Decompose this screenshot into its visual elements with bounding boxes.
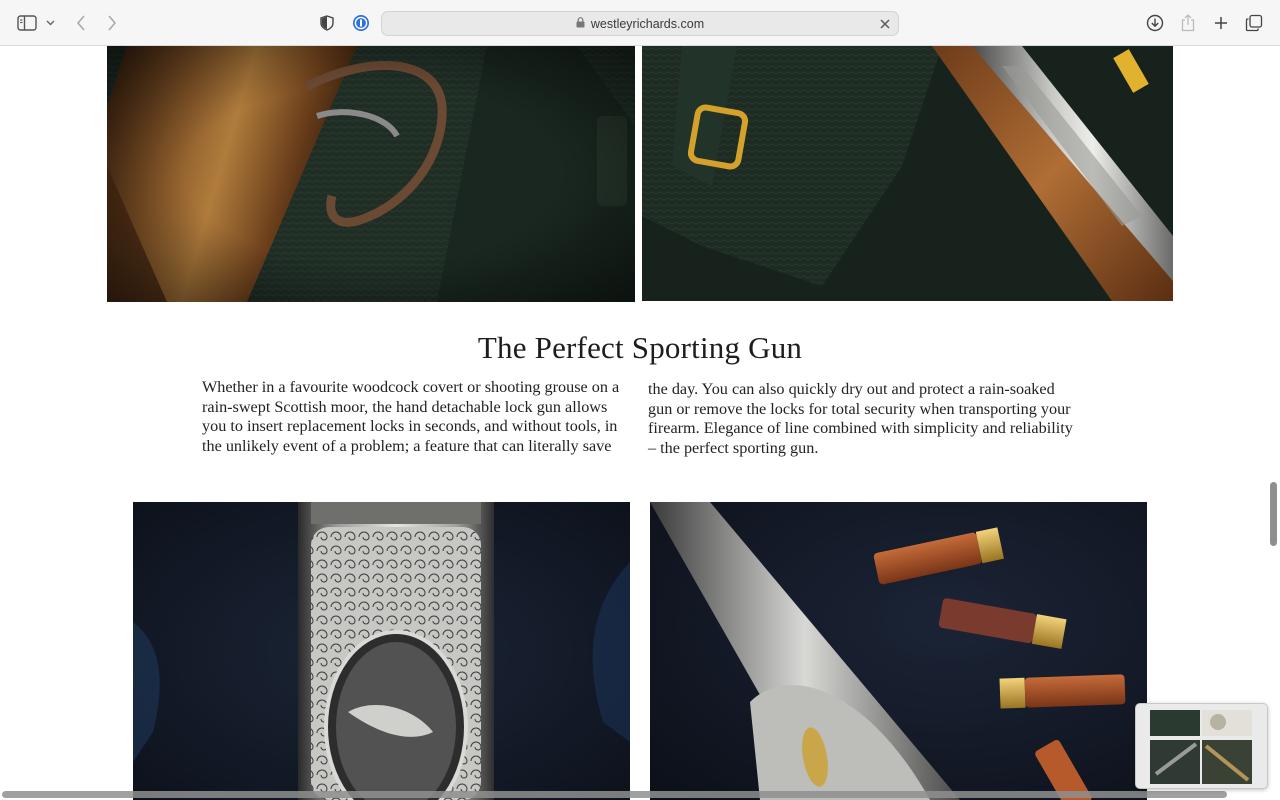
body-paragraph-col2: the day. You can also quickly dry out an… bbox=[648, 380, 1073, 457]
vertical-scrollbar[interactable] bbox=[1270, 482, 1277, 546]
chevron-left-icon[interactable] bbox=[69, 11, 93, 35]
leather-pouch-and-engraved-barrel-photo bbox=[642, 46, 1173, 301]
chevron-right-icon[interactable] bbox=[100, 11, 124, 35]
body-paragraph-col1: Whether in a favourite woodcock covert o… bbox=[202, 378, 620, 455]
page-thumbnail-preview[interactable] bbox=[1135, 703, 1268, 789]
address-bar[interactable]: westleyrichards.com bbox=[381, 11, 899, 36]
engraved-gun-with-cartridges-photo bbox=[650, 502, 1147, 800]
engraved-action-woodcock-photo bbox=[133, 502, 630, 800]
plus-icon[interactable] bbox=[1209, 11, 1233, 35]
horizontal-scrollbar[interactable] bbox=[2, 791, 1227, 798]
gun-stock-on-leather-photo bbox=[107, 46, 635, 302]
share-icon[interactable] bbox=[1176, 11, 1200, 35]
page-title: The Perfect Sporting Gun bbox=[477, 330, 803, 365]
sidebar-icon[interactable] bbox=[15, 11, 39, 35]
lock-icon bbox=[576, 16, 585, 31]
close-icon[interactable] bbox=[877, 16, 892, 31]
chevron-down-icon[interactable] bbox=[40, 11, 60, 35]
shield-icon[interactable] bbox=[315, 11, 339, 35]
tabs-overview-icon[interactable] bbox=[1242, 11, 1266, 35]
download-icon[interactable] bbox=[1143, 11, 1167, 35]
url-text: westleyrichards.com bbox=[590, 16, 705, 31]
1password-icon[interactable] bbox=[349, 11, 373, 35]
browser-toolbar: westleyrichards.com bbox=[0, 0, 1280, 46]
